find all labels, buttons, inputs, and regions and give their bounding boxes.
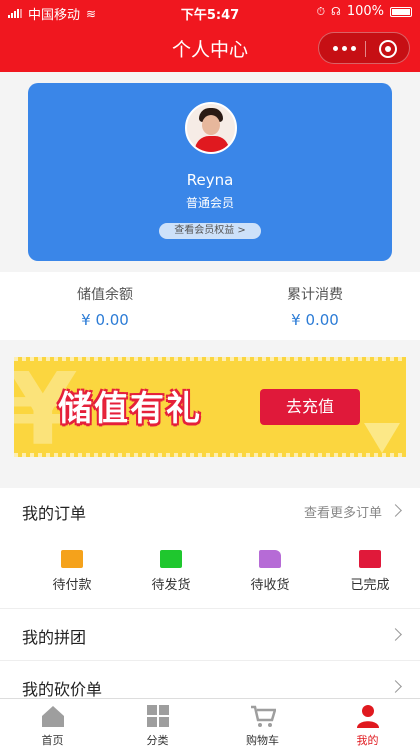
orders-title: 我的订单	[22, 504, 87, 523]
order-status-pending-shipment[interactable]: 待发货	[121, 550, 221, 593]
member-card: Reyna 普通会员 查看会员权益 >	[28, 83, 392, 261]
order-status-pending-payment[interactable]: 待付款	[22, 550, 122, 593]
wallet-icon	[61, 550, 83, 568]
stat-total-spent[interactable]: 累计消费 ¥ 0.00	[210, 284, 420, 329]
order-status-label: 已完成	[350, 578, 390, 593]
tab-home[interactable]: 首页	[0, 699, 105, 747]
tab-label: 首页	[41, 734, 64, 747]
menu-item-group-buy[interactable]: 我的拼团	[0, 608, 420, 660]
person-icon	[357, 705, 379, 728]
user-name: Reyna	[186, 171, 234, 189]
tab-label: 我的	[356, 734, 379, 747]
home-icon	[42, 706, 64, 727]
orders-section: 我的订单 查看更多订单 待付款 待发货 待收货 已完成	[0, 488, 420, 616]
status-bar: 中国移动 ≋ 下午5:47 ⏱ ☊ 100%	[0, 0, 420, 24]
tab-cart[interactable]: 购物车	[210, 699, 315, 747]
menu-item-label: 我的拼团	[22, 628, 87, 647]
recharge-button[interactable]: 去充值	[260, 389, 360, 425]
menu-item-label: 我的砍价单	[22, 680, 103, 699]
stat-label: 储值余额	[77, 287, 133, 303]
check-box-icon	[359, 550, 381, 568]
status-right: ⏱ ☊ 100%	[316, 4, 412, 19]
tab-category[interactable]: 分类	[105, 699, 210, 747]
member-level: 普通会员	[185, 196, 234, 210]
chevron-right-icon	[389, 628, 402, 641]
alarm-icon: ⏱	[316, 4, 326, 18]
battery-icon	[390, 6, 412, 17]
view-benefits-button[interactable]: 查看会员权益 >	[159, 223, 261, 239]
profile-area: Reyna 普通会员 查看会员权益 >	[0, 72, 420, 272]
cart-icon	[251, 705, 276, 727]
stat-value: ¥ 0.00	[81, 311, 129, 329]
order-status-label: 待收货	[250, 578, 290, 593]
stat-balance[interactable]: 储值余额 ¥ 0.00	[0, 284, 210, 329]
account-stats: 储值余额 ¥ 0.00 累计消费 ¥ 0.00	[0, 272, 420, 340]
tab-label: 分类	[146, 734, 169, 747]
wallet-green-icon	[160, 550, 182, 568]
tab-label: 购物车	[246, 734, 279, 747]
more-dots-icon[interactable]	[333, 46, 356, 51]
grid-icon	[147, 705, 169, 727]
order-status-pending-receipt[interactable]: 待收货	[220, 550, 320, 593]
order-status-label: 待付款	[52, 578, 92, 593]
chevron-right-icon[interactable]	[389, 504, 402, 517]
recharge-banner[interactable]: ¥ 储值有礼 去充值	[14, 357, 406, 457]
order-status-label: 待发货	[151, 578, 191, 593]
mini-program-capsule[interactable]	[318, 32, 410, 64]
view-more-orders-link[interactable]: 查看更多订单	[304, 502, 382, 521]
truck-icon	[259, 550, 281, 568]
tab-mine[interactable]: 我的	[315, 699, 420, 747]
stat-label: 累计消费	[287, 287, 343, 303]
triangle-decoration	[364, 423, 400, 453]
headphones-icon: ☊	[331, 5, 341, 18]
order-status-completed[interactable]: 已完成	[320, 550, 420, 593]
avatar[interactable]	[185, 102, 237, 154]
battery-percent: 100%	[346, 4, 384, 19]
capsule-divider	[365, 41, 366, 57]
close-target-icon[interactable]	[379, 40, 397, 58]
tab-bar: 首页 分类 购物车 我的	[0, 698, 420, 747]
chevron-right-icon	[389, 680, 402, 693]
nav-bar: 个人中心	[0, 24, 420, 72]
stat-value: ¥ 0.00	[291, 311, 339, 329]
banner-headline: 储值有礼	[58, 389, 202, 429]
